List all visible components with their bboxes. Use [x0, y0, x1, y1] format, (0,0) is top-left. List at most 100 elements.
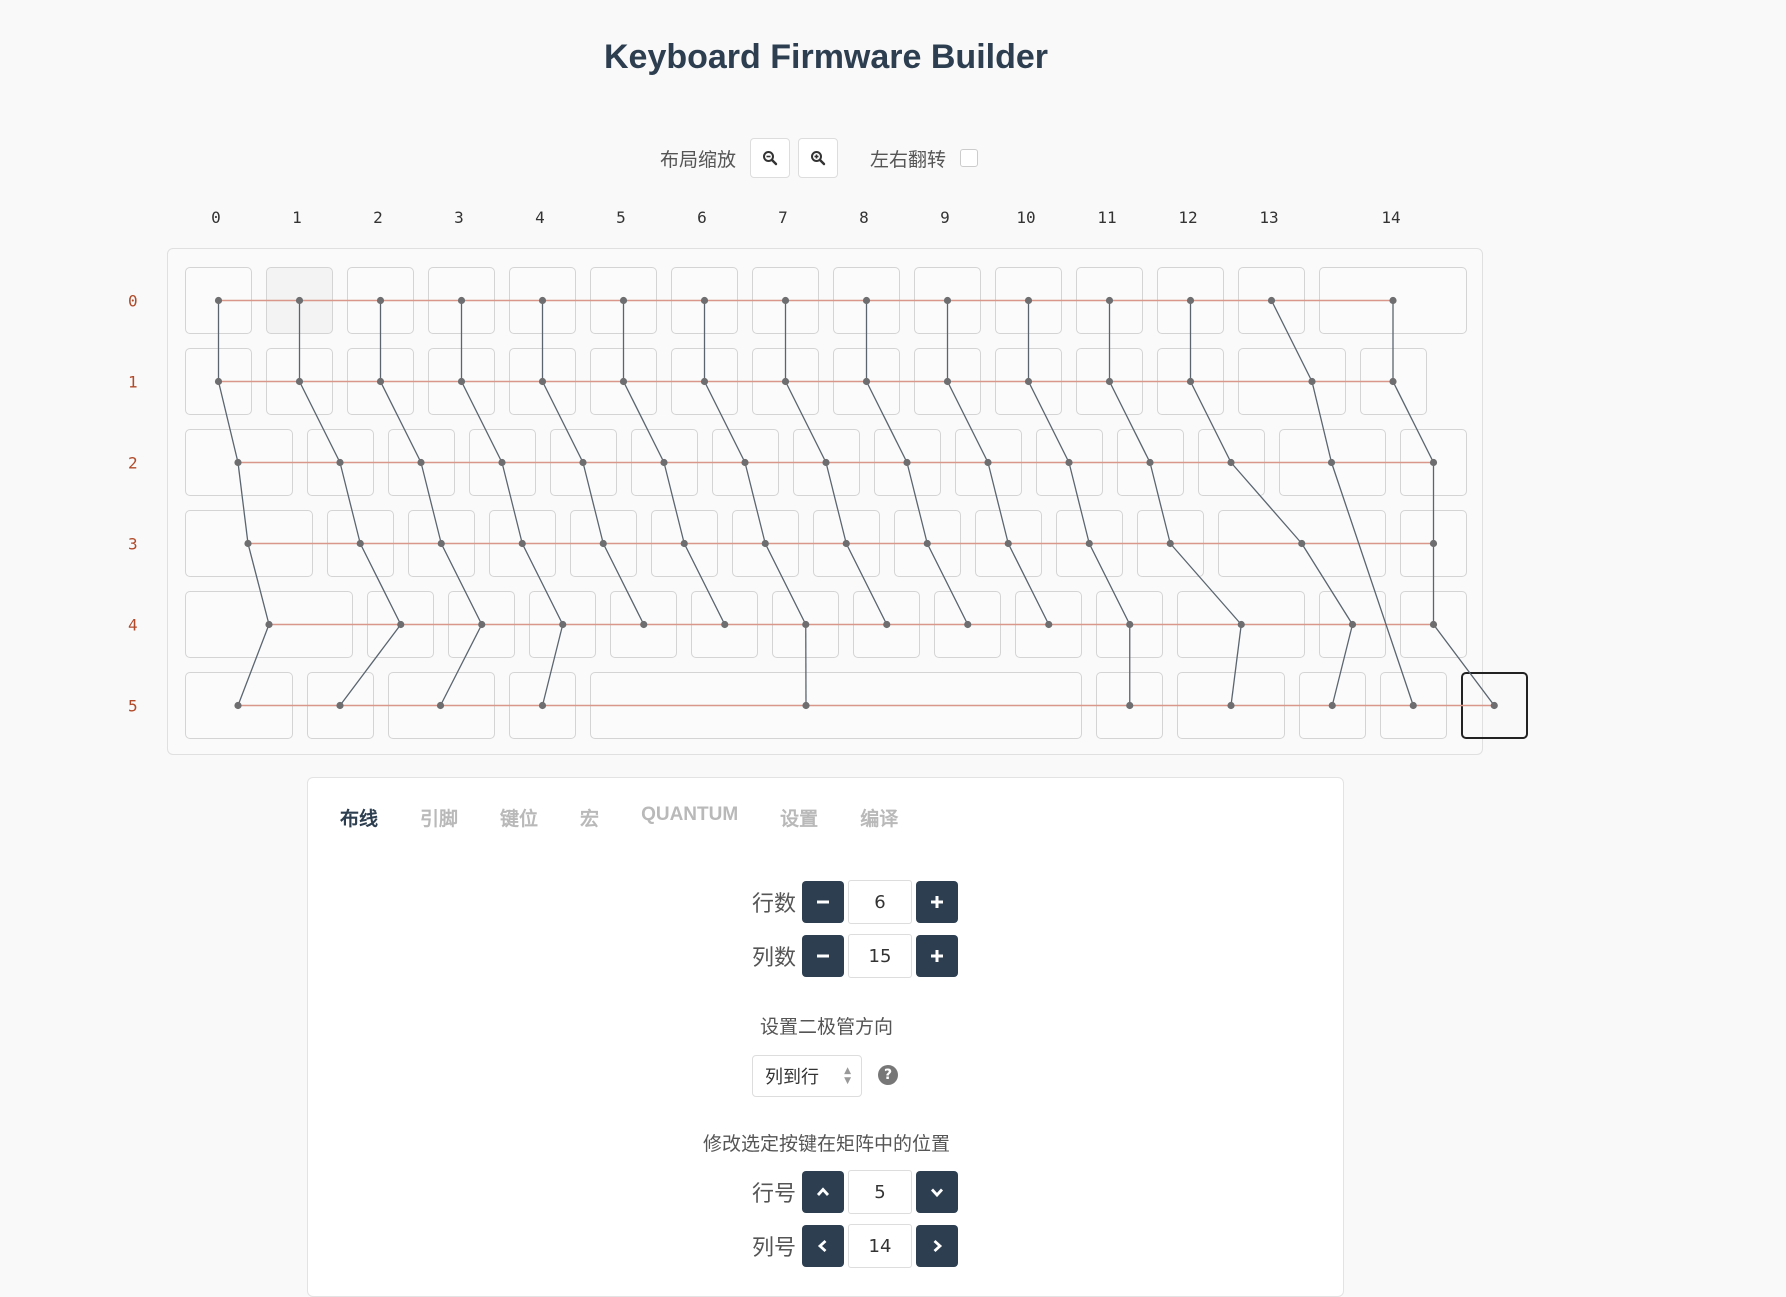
key[interactable] — [691, 591, 758, 658]
key[interactable] — [1036, 429, 1103, 496]
key[interactable] — [995, 267, 1062, 334]
key[interactable] — [631, 429, 698, 496]
rows-decrement-button[interactable] — [802, 881, 844, 923]
key[interactable] — [610, 591, 677, 658]
key[interactable] — [752, 267, 819, 334]
key[interactable] — [347, 348, 414, 415]
key[interactable] — [1400, 429, 1467, 496]
key[interactable] — [428, 267, 495, 334]
key[interactable] — [550, 429, 617, 496]
key[interactable] — [509, 672, 576, 739]
key[interactable] — [1137, 510, 1204, 577]
key[interactable] — [651, 510, 718, 577]
key[interactable] — [1096, 591, 1163, 658]
key[interactable] — [590, 348, 657, 415]
key[interactable] — [1198, 429, 1265, 496]
key[interactable] — [529, 591, 596, 658]
diode-direction-select[interactable]: 列到行 ▲▼ — [752, 1055, 862, 1097]
key[interactable] — [590, 267, 657, 334]
key[interactable] — [489, 510, 556, 577]
key[interactable] — [732, 510, 799, 577]
key[interactable] — [1015, 591, 1082, 658]
key[interactable] — [1400, 510, 1467, 577]
tab-settings[interactable]: 设置 — [780, 804, 818, 831]
tab-pins[interactable]: 引脚 — [420, 804, 458, 831]
row-up-button[interactable] — [802, 1171, 844, 1213]
key[interactable] — [185, 348, 252, 415]
key[interactable] — [469, 429, 536, 496]
key[interactable] — [1157, 348, 1224, 415]
key[interactable] — [185, 672, 293, 739]
tab-keymap[interactable]: 键位 — [500, 804, 538, 831]
key[interactable] — [1299, 672, 1366, 739]
key[interactable] — [1117, 429, 1184, 496]
key[interactable] — [914, 267, 981, 334]
key[interactable] — [975, 510, 1042, 577]
rows-increment-button[interactable] — [916, 881, 958, 923]
key[interactable] — [874, 429, 941, 496]
key[interactable] — [509, 348, 576, 415]
key[interactable] — [1461, 672, 1528, 739]
key[interactable] — [428, 348, 495, 415]
key[interactable] — [266, 267, 333, 334]
row-position-input[interactable]: 5 — [848, 1170, 912, 1214]
key[interactable] — [1380, 672, 1447, 739]
key[interactable] — [509, 267, 576, 334]
key[interactable] — [712, 429, 779, 496]
key[interactable] — [1279, 429, 1387, 496]
key[interactable] — [995, 348, 1062, 415]
zoom-in-button[interactable] — [798, 138, 838, 178]
key[interactable] — [1076, 348, 1143, 415]
key[interactable] — [833, 348, 900, 415]
key[interactable] — [671, 348, 738, 415]
key[interactable] — [1319, 591, 1386, 658]
tab-quantum[interactable]: QUANTUM — [641, 804, 738, 831]
key[interactable] — [347, 267, 414, 334]
key[interactable] — [793, 429, 860, 496]
key[interactable] — [590, 672, 1082, 739]
key[interactable] — [388, 672, 496, 739]
key[interactable] — [1177, 591, 1305, 658]
key[interactable] — [813, 510, 880, 577]
key[interactable] — [1076, 267, 1143, 334]
key[interactable] — [1218, 510, 1386, 577]
key[interactable] — [266, 348, 333, 415]
key[interactable] — [1238, 348, 1346, 415]
key[interactable] — [1096, 672, 1163, 739]
key[interactable] — [934, 591, 1001, 658]
key[interactable] — [833, 267, 900, 334]
key[interactable] — [327, 510, 394, 577]
key[interactable] — [185, 510, 313, 577]
key[interactable] — [367, 591, 434, 658]
tab-compile[interactable]: 编译 — [860, 804, 898, 831]
key[interactable] — [1360, 348, 1427, 415]
key[interactable] — [185, 429, 293, 496]
rows-count-input[interactable]: 6 — [848, 880, 912, 924]
col-position-input[interactable]: 14 — [848, 1224, 912, 1268]
key[interactable] — [914, 348, 981, 415]
key[interactable] — [388, 429, 455, 496]
cols-count-input[interactable]: 15 — [848, 934, 912, 978]
row-down-button[interactable] — [916, 1171, 958, 1213]
key[interactable] — [1319, 267, 1467, 334]
key[interactable] — [955, 429, 1022, 496]
question-circle-icon[interactable]: ? — [878, 1065, 898, 1085]
key[interactable] — [853, 591, 920, 658]
key[interactable] — [1400, 591, 1467, 658]
key[interactable] — [185, 267, 252, 334]
key[interactable] — [185, 591, 353, 658]
key[interactable] — [570, 510, 637, 577]
key[interactable] — [307, 672, 374, 739]
key[interactable] — [307, 429, 374, 496]
cols-decrement-button[interactable] — [802, 935, 844, 977]
key[interactable] — [894, 510, 961, 577]
key[interactable] — [752, 348, 819, 415]
flip-checkbox[interactable] — [960, 149, 978, 167]
key[interactable] — [1056, 510, 1123, 577]
col-right-button[interactable] — [916, 1225, 958, 1267]
tab-wiring[interactable]: 布线 — [340, 804, 378, 831]
col-left-button[interactable] — [802, 1225, 844, 1267]
key[interactable] — [408, 510, 475, 577]
key[interactable] — [1177, 672, 1285, 739]
key[interactable] — [671, 267, 738, 334]
